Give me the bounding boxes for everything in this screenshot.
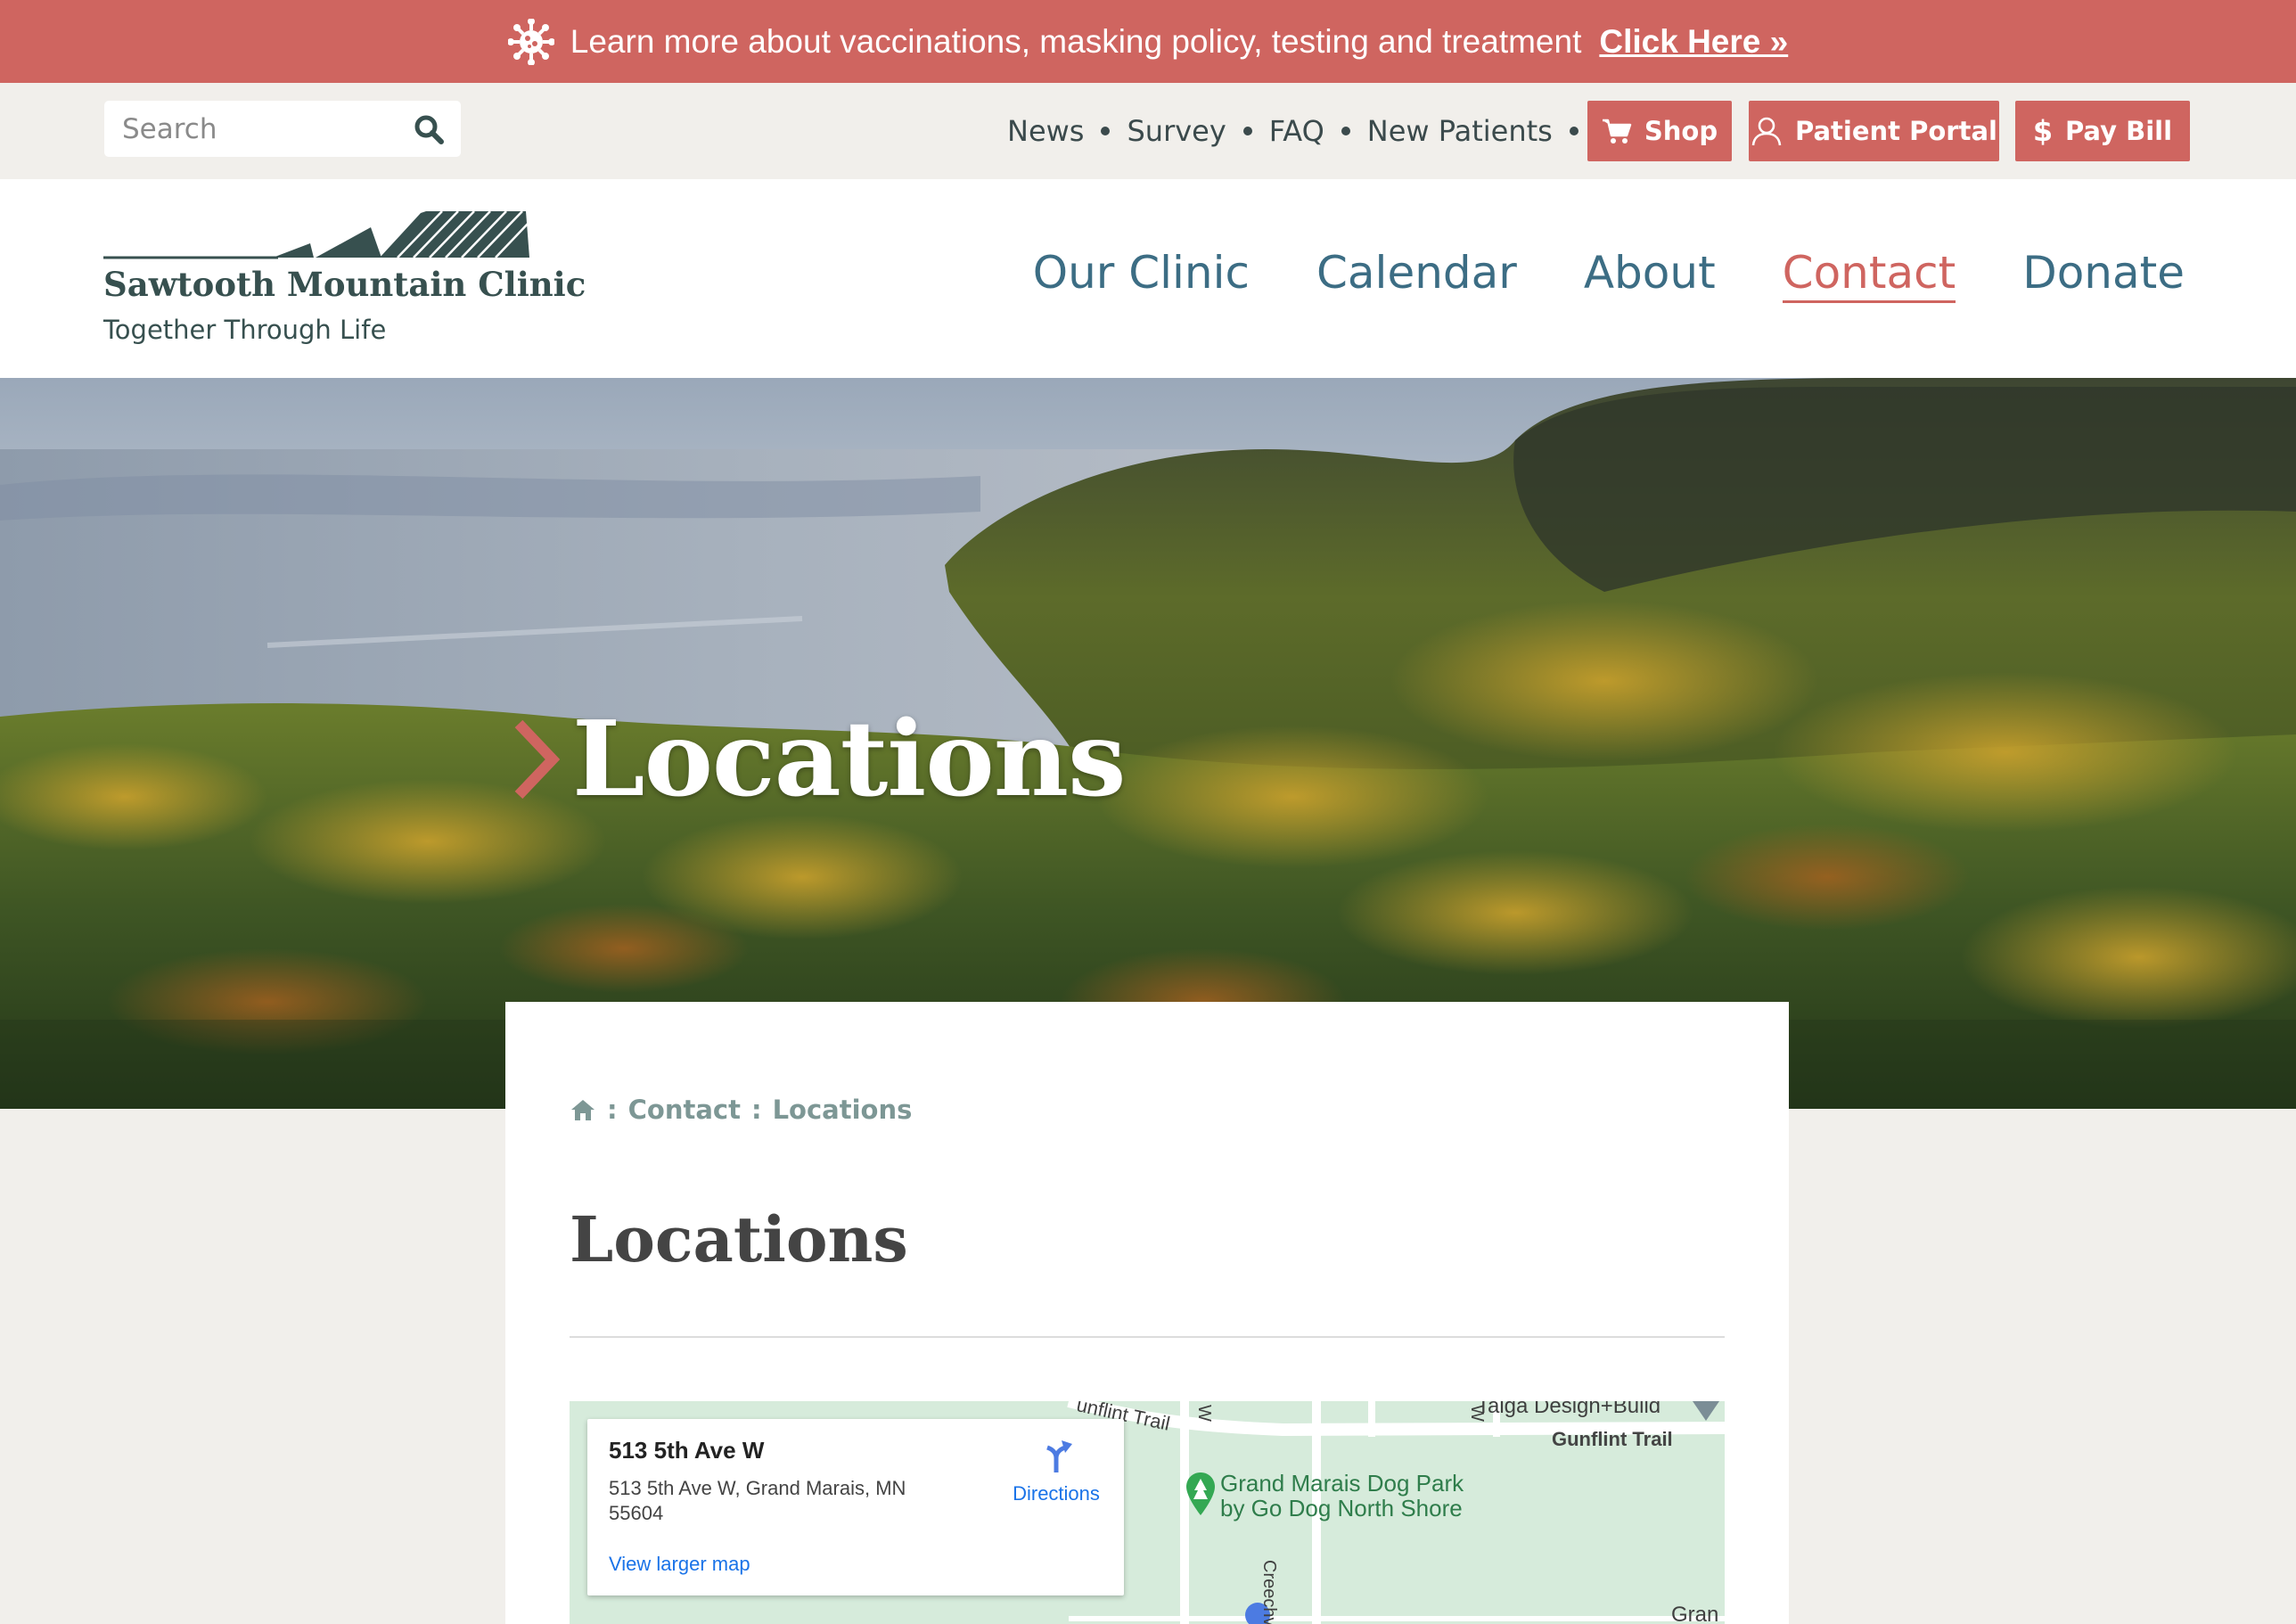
shop-button[interactable]: Shop [1587,101,1732,161]
divider [570,1336,1725,1338]
shop-label: Shop [1644,116,1718,146]
nav-our-clinic[interactable]: Our Clinic [1033,247,1250,303]
hero-heading: Locations [572,699,1126,820]
map-label-gunflint: Gunflint Trail [1552,1428,1673,1450]
clinic-tagline: Together Through Life [103,315,387,345]
map-place-title: 513 5th Ave W [609,1437,765,1464]
patient-portal-button[interactable]: Patient Portal [1749,101,1999,161]
faq-link[interactable]: FAQ [1269,114,1324,148]
patient-portal-label: Patient Portal [1795,116,1997,146]
mountain-logo-icon [103,210,540,259]
bullet-separator [1242,127,1252,135]
cart-icon [1602,119,1632,144]
map-label-gran: Gran [1671,1603,1719,1624]
bullet-separator [1341,127,1350,135]
google-map[interactable]: unflint Trail W W Taiga Design+Build Gun… [570,1401,1725,1624]
nav-donate[interactable]: Donate [2022,247,2185,303]
alert-click-here-link[interactable]: Click Here » [1599,23,1788,61]
bullet-separator [1101,127,1111,135]
breadcrumb-locations[interactable]: Locations [773,1095,913,1125]
content-card: : Contact : Locations Locations unflint … [505,1002,1789,1624]
hero-title: Locations [512,699,1126,820]
alert-banner: Learn more about vaccinations, masking p… [0,0,2296,83]
nav-calendar[interactable]: Calendar [1316,247,1517,303]
chevron-right-icon [514,719,560,800]
virus-icon [507,18,554,65]
map-label-creechville: Creechvil [1259,1560,1279,1624]
pay-bill-button[interactable]: $ Pay Bill [2015,101,2190,161]
nav-contact[interactable]: Contact [1782,247,1956,303]
search-box [104,101,461,157]
clinic-name: Sawtooth Mountain Clinic [103,265,586,304]
pay-bill-label: Pay Bill [2064,116,2173,146]
directions-label: Directions [1013,1482,1100,1505]
utility-links: News Survey FAQ New Patients [1007,101,1595,161]
utility-bar: News Survey FAQ New Patients Shop Patien… [0,83,2296,179]
directions-button[interactable]: Directions [994,1439,1119,1505]
map-place-address: 513 5th Ave W, Grand Marais, MN 55604 [609,1477,906,1524]
hero-banner: Locations [0,378,2296,1109]
breadcrumb-contact[interactable]: Contact [628,1095,741,1125]
clinic-logo[interactable]: Sawtooth Mountain Clinic Together Throug… [103,209,586,352]
alert-message: Learn more about vaccinations, masking p… [570,22,1582,60]
breadcrumb-separator: : [607,1095,618,1125]
map-label-taiga: Taiga Design+Build [1477,1401,1661,1418]
hero-landscape-image [0,378,2296,1109]
user-icon [1751,117,1782,146]
news-link[interactable]: News [1007,114,1084,148]
svg-text:$: $ [2033,115,2053,147]
new-patients-link[interactable]: New Patients [1367,114,1553,148]
view-larger-map-link[interactable]: View larger map [609,1553,750,1576]
dollar-icon: $ [2033,115,2053,147]
survey-link[interactable]: Survey [1127,114,1226,148]
nav-about[interactable]: About [1584,247,1716,303]
map-label-w: W [1193,1405,1214,1422]
map-label-dog-park[interactable]: Grand Marais Dog Park by Go Dog North Sh… [1220,1471,1464,1521]
page-title: Locations [570,1202,908,1276]
breadcrumb-separator: : [750,1095,762,1125]
directions-icon [1046,1440,1072,1472]
main-nav: Our Clinic Calendar About Contact Donate [1033,247,2185,303]
park-pin-icon[interactable] [1185,1471,1217,1517]
breadcrumb: : Contact : Locations [570,1095,912,1125]
search-input[interactable] [104,112,390,145]
site-header: Sawtooth Mountain Clinic Together Throug… [0,179,2296,378]
search-icon[interactable] [413,113,445,145]
home-icon[interactable] [570,1097,596,1122]
bullet-separator [1569,127,1578,135]
map-place-card: 513 5th Ave W 513 5th Ave W, Grand Marai… [587,1419,1124,1595]
